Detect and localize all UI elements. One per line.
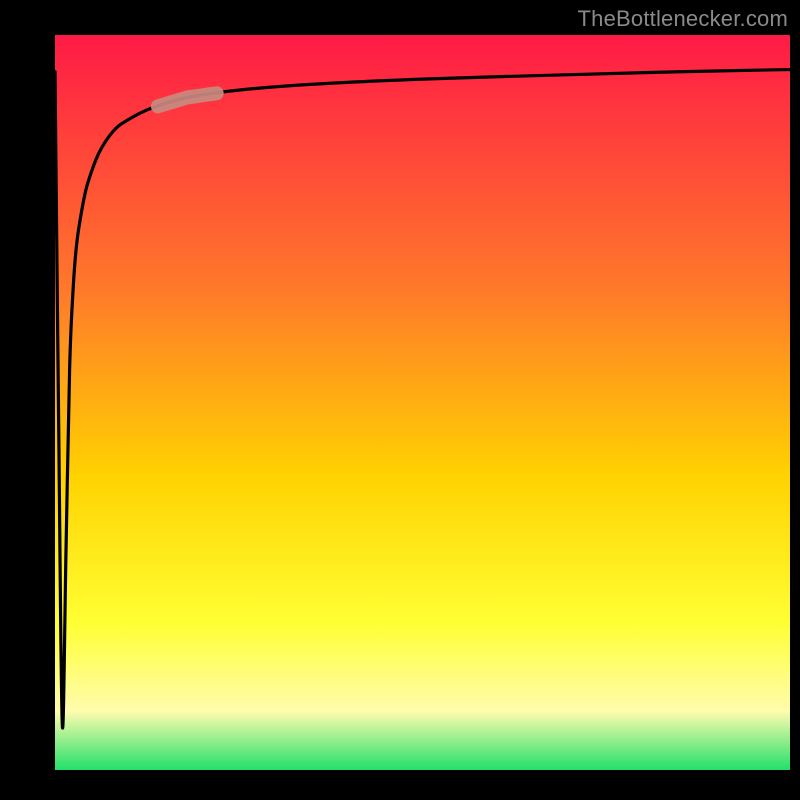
bottleneck-chart bbox=[55, 35, 790, 770]
chart-frame: TheBottlenecker.com bbox=[0, 0, 800, 800]
attribution-text: TheBottlenecker.com bbox=[578, 6, 788, 32]
gradient-background bbox=[55, 35, 790, 770]
plot-area bbox=[55, 35, 790, 770]
